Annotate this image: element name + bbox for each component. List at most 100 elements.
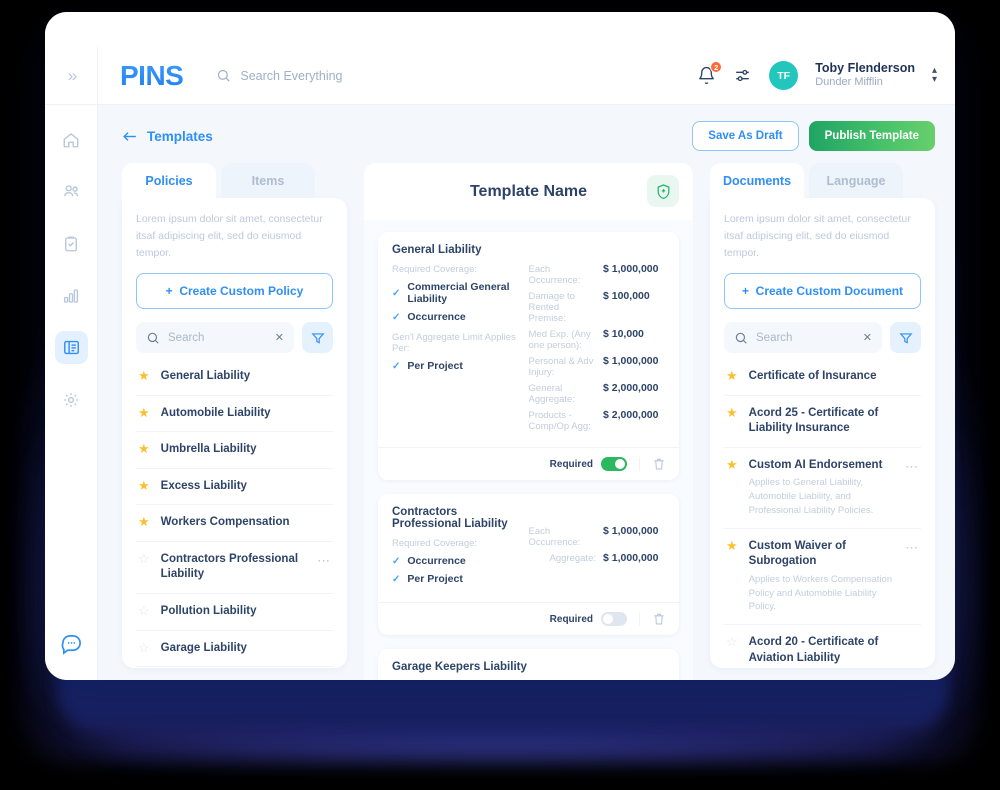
coverage-check-label: Per Project xyxy=(407,573,463,585)
close-icon[interactable]: ✕ xyxy=(275,331,284,344)
coverage-check[interactable]: ✓ Per Project xyxy=(392,360,529,372)
star-icon[interactable]: ★ xyxy=(726,405,738,421)
coverage-card: Garage Keepers Liability Required Covera… xyxy=(378,649,679,680)
tab-items[interactable]: Items xyxy=(221,163,315,198)
list-item[interactable]: ★ Automobile Liability xyxy=(136,396,333,433)
list-item[interactable]: ☆ Contractors Professional Liability ⋯ xyxy=(136,542,333,594)
required-label: Required xyxy=(549,458,593,470)
list-item[interactable]: ☆ Pollution Liability xyxy=(136,594,333,631)
coverage-check[interactable]: ✓ Occurrence xyxy=(392,555,529,567)
limit-value: $ 2,000,000 xyxy=(603,409,659,421)
more-options-icon[interactable]: ⋯ xyxy=(905,539,919,554)
support-chat-button[interactable] xyxy=(60,632,83,660)
star-icon[interactable]: ★ xyxy=(138,478,150,494)
list-item[interactable]: ☆ Garage Liability xyxy=(136,631,333,668)
list-item[interactable]: ★ Certificate of Insurance xyxy=(724,359,921,396)
sidebar-item-users[interactable] xyxy=(55,175,88,208)
toggle-knob xyxy=(603,614,613,624)
tab-policies[interactable]: Policies xyxy=(122,163,216,198)
tab-documents[interactable]: Documents xyxy=(710,163,804,198)
filter-icon xyxy=(898,333,913,344)
required-toggle[interactable] xyxy=(601,457,627,471)
star-icon[interactable]: ★ xyxy=(138,368,150,384)
clipboard-check-icon xyxy=(65,236,77,251)
list-item[interactable]: ☆ Acord 20 - Certificate of Aviation Lia… xyxy=(724,625,921,668)
sidebar-item-tasks[interactable] xyxy=(55,227,88,260)
check-icon: ✓ xyxy=(392,360,401,372)
coverage-check[interactable]: ✓ Commercial General Liability xyxy=(392,281,529,305)
list-item[interactable]: ★ General Liability xyxy=(136,359,333,396)
sidebar-item-reports[interactable] xyxy=(55,279,88,312)
sliders-icon[interactable] xyxy=(733,66,752,85)
coverage-name: Contractors Professional Liability xyxy=(392,506,508,530)
template-panel: Template Name General Liability Required… xyxy=(364,163,693,680)
delete-coverage-button[interactable] xyxy=(639,612,677,626)
breadcrumb-back[interactable]: Templates xyxy=(122,129,213,144)
required-toggle[interactable] xyxy=(601,612,627,626)
sidebar-item-home[interactable] xyxy=(55,123,88,156)
publish-template-button[interactable]: Publish Template xyxy=(808,121,935,151)
list-item[interactable]: ★ Workers Compensation xyxy=(136,505,333,542)
sidebar-item-templates[interactable] xyxy=(54,331,88,364)
star-icon[interactable]: ★ xyxy=(138,441,150,457)
delete-coverage-button[interactable] xyxy=(639,457,677,471)
list-item[interactable]: ★ Umbrella Liability xyxy=(136,432,333,469)
star-icon[interactable]: ★ xyxy=(726,457,738,473)
toggle-knob xyxy=(615,459,625,469)
limit-value: $ 1,000,000 xyxy=(603,355,659,367)
star-icon[interactable]: ☆ xyxy=(138,640,150,656)
save-as-draft-button[interactable]: Save As Draft xyxy=(692,121,799,151)
policies-search-input[interactable]: Search ✕ xyxy=(136,322,294,354)
chevron-up-down-icon[interactable]: ▴ ▾ xyxy=(932,66,937,85)
limit-key: Med Exp. (Any one person): xyxy=(528,329,591,351)
add-coverage-button[interactable] xyxy=(647,175,679,207)
coverage-name: General Liability xyxy=(392,244,482,256)
star-icon[interactable]: ☆ xyxy=(726,634,738,650)
create-custom-policy-button[interactable]: + Create Custom Policy xyxy=(136,273,333,310)
close-icon[interactable]: ✕ xyxy=(863,331,872,344)
star-icon[interactable]: ☆ xyxy=(138,603,150,619)
documents-filter-button[interactable] xyxy=(890,322,921,354)
global-search-placeholder: Search Everything xyxy=(240,68,343,83)
list-item-label: Workers Compensation xyxy=(160,516,290,529)
star-icon[interactable]: ☆ xyxy=(138,551,150,567)
sidebar-item-settings[interactable] xyxy=(55,383,88,416)
home-icon xyxy=(63,132,79,147)
star-icon[interactable]: ★ xyxy=(726,538,738,554)
global-search[interactable]: Search Everything xyxy=(216,68,343,83)
coverage-check[interactable]: ✓ Per Project xyxy=(392,573,529,585)
list-item[interactable]: ★ Custom AI Endorsement Applies to Gener… xyxy=(724,448,921,529)
star-icon[interactable]: ★ xyxy=(726,368,738,384)
tab-language[interactable]: Language xyxy=(809,163,903,198)
more-options-icon[interactable]: ⋯ xyxy=(317,552,331,567)
star-icon[interactable]: ★ xyxy=(138,515,150,530)
coverage-check[interactable]: ✓ Occurrence xyxy=(392,311,529,323)
documents-search-input[interactable]: Search ✕ xyxy=(724,322,882,354)
breadcrumb-label: Templates xyxy=(147,128,213,144)
list-item[interactable]: ★ Custom Waiver of Subrogation Applies t… xyxy=(724,529,921,626)
app-logo[interactable]: PINS xyxy=(120,60,184,92)
policies-filter-button[interactable] xyxy=(302,322,333,354)
list-item[interactable]: ★ Excess Liability xyxy=(136,469,333,506)
list-item-sublabel: Applies to Workers Compensation Policy a… xyxy=(748,573,893,613)
coverages-list: General Liability Required Coverage: ✓ Co… xyxy=(364,220,693,680)
required-label: Required xyxy=(549,613,593,625)
user-name: Toby Flenderson xyxy=(815,60,915,75)
list-item[interactable]: ★ Acord 25 - Certificate of Liability In… xyxy=(724,396,921,448)
notifications-button[interactable]: 2 xyxy=(697,61,723,85)
avatar[interactable]: TF xyxy=(769,61,799,90)
list-item[interactable]: ☆ Garage Keepers Legal Liability xyxy=(136,667,333,668)
star-icon[interactable]: ★ xyxy=(138,405,150,421)
create-custom-document-button[interactable]: + Create Custom Document xyxy=(724,273,921,310)
limit-key: Damage to Rented Premise: xyxy=(528,291,575,324)
coverage-section-label: Required Coverage: xyxy=(392,264,478,275)
page-title[interactable]: Template Name xyxy=(470,183,587,201)
list-item-sublabel: Applies to General Liability, Automobile… xyxy=(748,477,874,516)
coverage-check-label: Occurrence xyxy=(407,311,466,323)
more-options-icon[interactable]: ⋯ xyxy=(905,458,919,473)
policies-tabs: Policies Items xyxy=(122,163,347,198)
sidebar-collapse-button[interactable]: » xyxy=(45,47,98,104)
user-info[interactable]: Toby Flenderson Dunder Mifflin xyxy=(815,61,915,90)
limit-value: $ 2,000,000 xyxy=(603,382,659,394)
documents-panel: Documents Language Lorem ipsum dolor sit… xyxy=(710,163,935,680)
